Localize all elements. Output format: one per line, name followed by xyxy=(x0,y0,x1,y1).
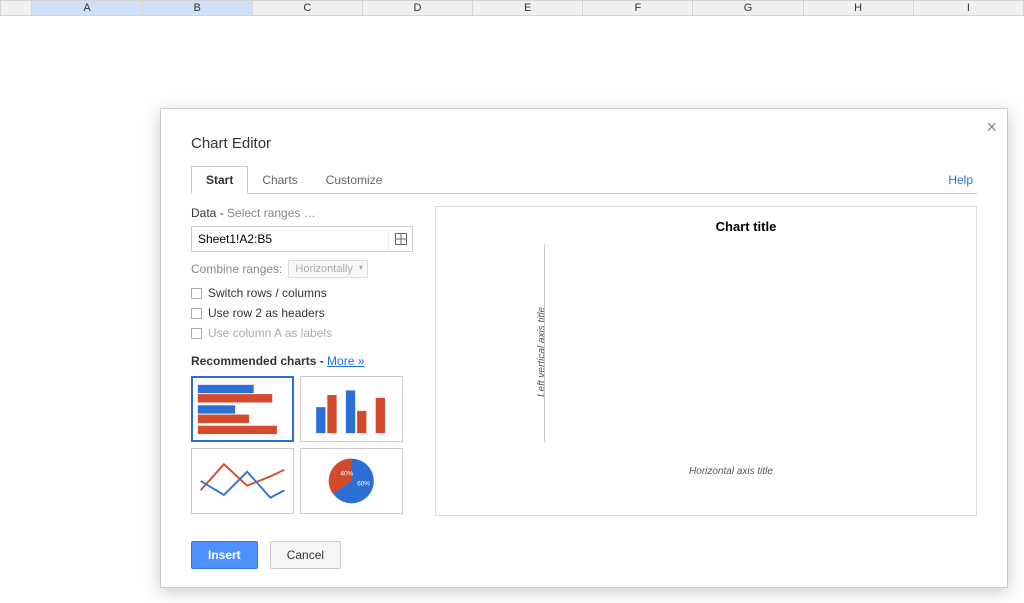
insert-button[interactable]: Insert xyxy=(191,541,258,569)
chart-editor-dialog: × Chart Editor Start Charts Customize He… xyxy=(160,108,1008,588)
col-header-F[interactable]: F xyxy=(583,1,693,16)
grid-select-icon[interactable] xyxy=(388,228,412,250)
tab-customize[interactable]: Customize xyxy=(312,167,397,193)
more-link[interactable]: More » xyxy=(327,354,364,368)
combine-select[interactable]: Horizontally xyxy=(288,260,367,278)
help-link[interactable]: Help xyxy=(948,173,973,193)
thumb-line-chart[interactable] xyxy=(191,448,294,514)
select-all-corner[interactable] xyxy=(1,1,32,16)
chart-preview: Chart title Left vertical axis title Hor… xyxy=(435,206,977,516)
range-input[interactable] xyxy=(192,232,388,246)
combine-label: Combine ranges: xyxy=(191,262,282,276)
spreadsheet-grid[interactable]: A B C D E F G H I xyxy=(0,0,1024,16)
dialog-title: Chart Editor xyxy=(161,109,1007,166)
close-icon[interactable]: × xyxy=(986,117,997,138)
checkbox-icon xyxy=(191,288,202,299)
col-header-A[interactable]: A xyxy=(32,1,142,16)
tab-start[interactable]: Start xyxy=(191,166,248,194)
col-header-E[interactable]: E xyxy=(473,1,583,16)
thumb-horizontal-bar[interactable] xyxy=(191,376,294,442)
left-pane: Data - Select ranges … Combine ranges: H… xyxy=(191,206,413,516)
check-colA-labels[interactable]: Use column A as labels xyxy=(191,326,413,340)
checkbox-icon xyxy=(191,308,202,319)
check-switch-rows[interactable]: Switch rows / columns xyxy=(191,286,413,300)
x-axis-title: Horizontal axis title xyxy=(506,466,956,477)
checkbox-icon xyxy=(191,328,202,339)
svg-text:40%: 40% xyxy=(340,470,353,477)
recommended-charts-label: Recommended charts - More » xyxy=(191,354,413,368)
combine-row: Combine ranges: Horizontally xyxy=(191,260,413,278)
thumb-pie-chart[interactable]: 40% 60% xyxy=(300,448,403,514)
chart-thumbnails: 40% 60% xyxy=(191,376,403,514)
cancel-button[interactable]: Cancel xyxy=(270,541,341,569)
col-header-H[interactable]: H xyxy=(803,1,913,16)
chart-plot xyxy=(544,244,926,442)
check-row2-headers[interactable]: Use row 2 as headers xyxy=(191,306,413,320)
col-header-G[interactable]: G xyxy=(693,1,803,16)
dialog-tabs: Start Charts Customize Help xyxy=(191,166,977,194)
col-header-D[interactable]: D xyxy=(362,1,472,16)
col-header-C[interactable]: C xyxy=(252,1,362,16)
col-header-I[interactable]: I xyxy=(913,1,1023,16)
data-label: Data - Select ranges … xyxy=(191,206,413,220)
thumb-column-chart[interactable] xyxy=(300,376,403,442)
range-input-wrap xyxy=(191,226,413,252)
tab-charts[interactable]: Charts xyxy=(248,167,311,193)
col-header-B[interactable]: B xyxy=(142,1,252,16)
svg-text:60%: 60% xyxy=(357,481,370,488)
chart-title: Chart title xyxy=(536,219,956,234)
